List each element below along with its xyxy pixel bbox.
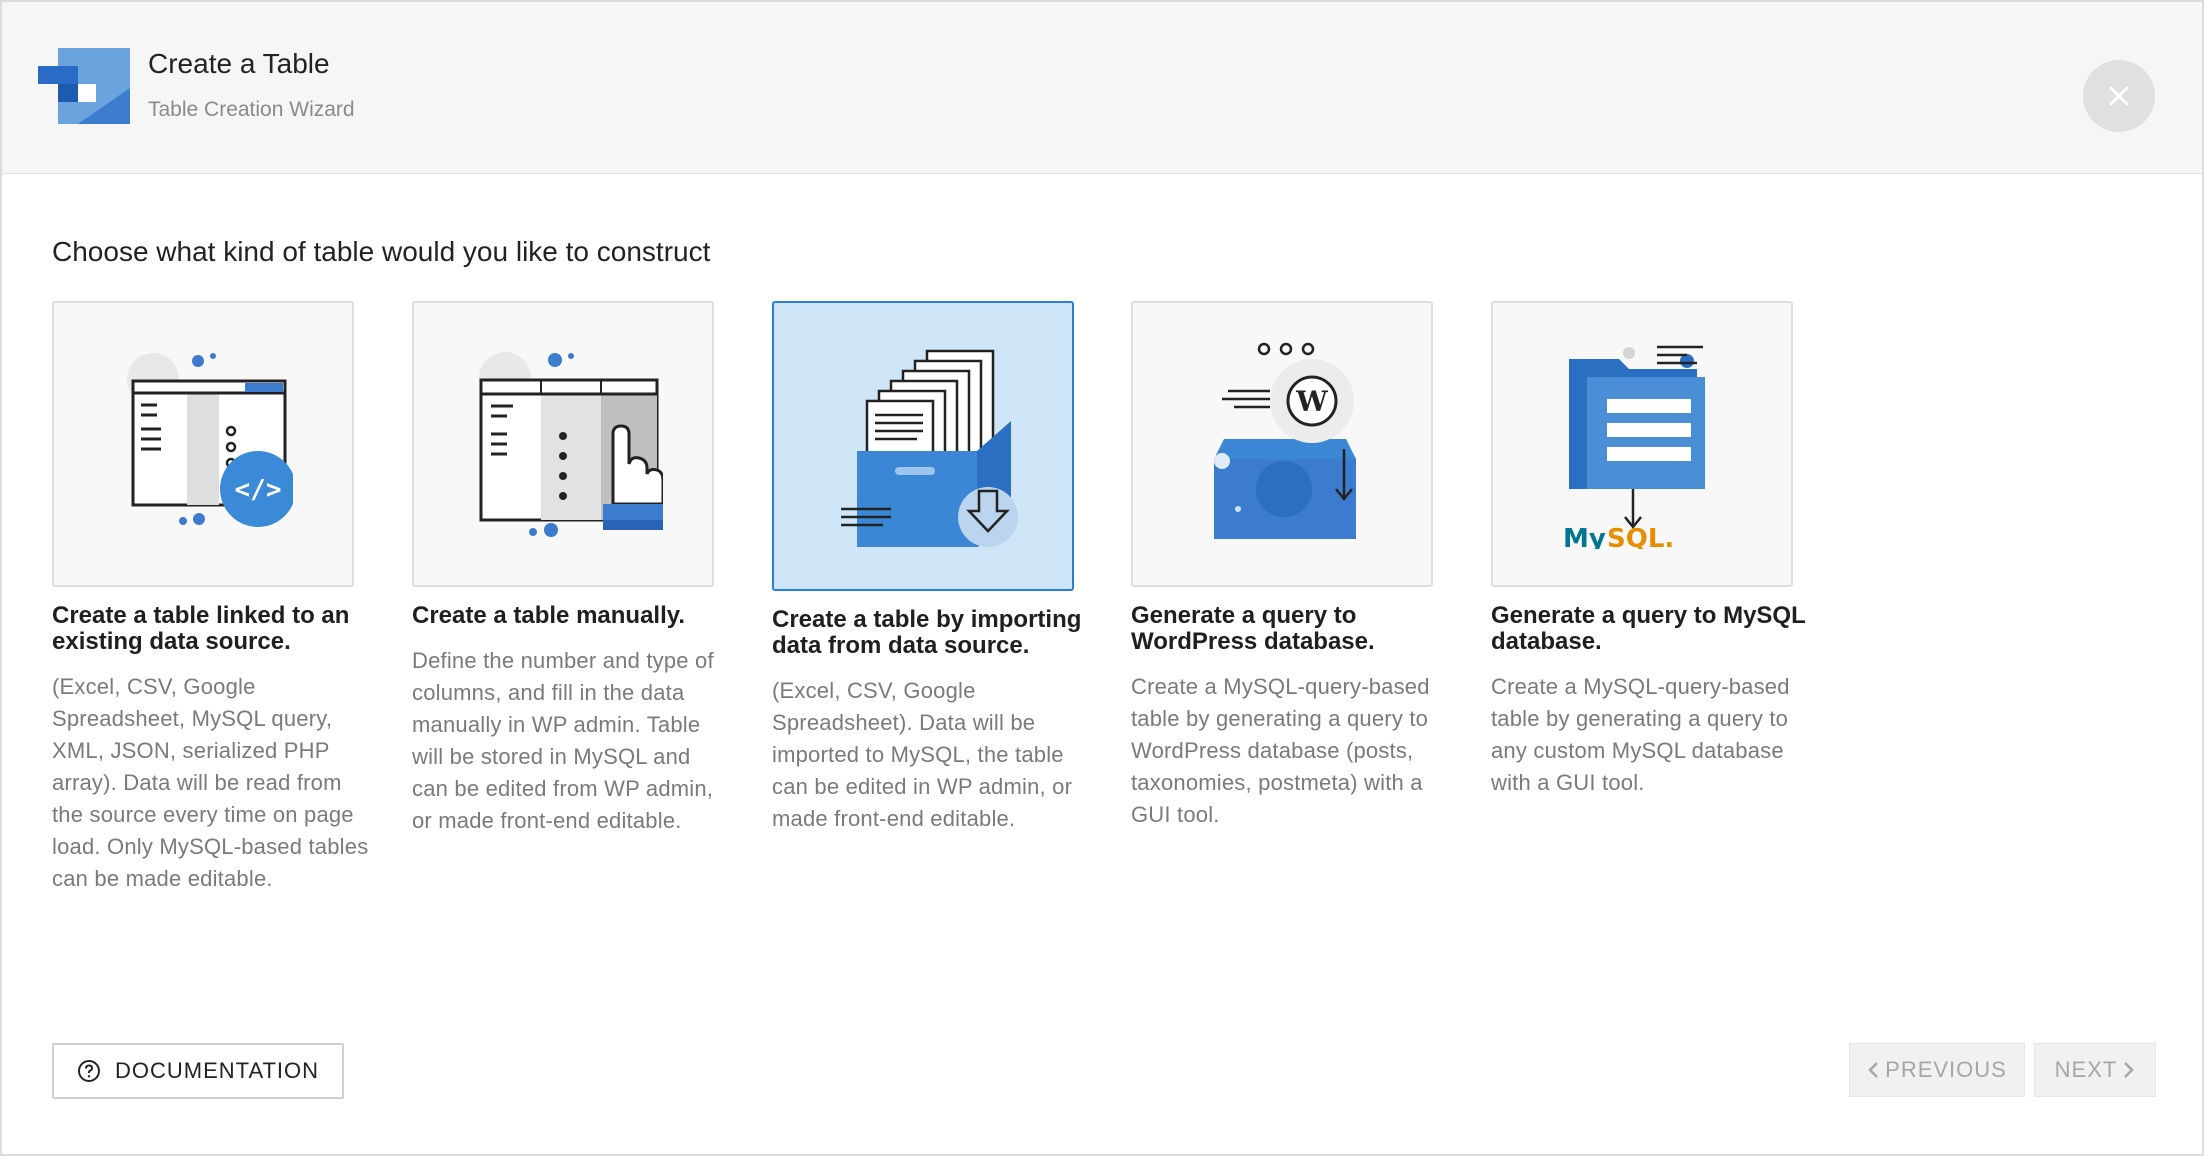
option-card-linked[interactable]: </> Create a table linked to an existing…: [52, 301, 410, 895]
option-illustration[interactable]: [412, 301, 714, 587]
option-card-mysql-query[interactable]: My SQL. Generate a query to MySQL databa…: [1491, 301, 1849, 799]
linked-table-code-icon: </>: [127, 353, 293, 527]
option-description: Define the number and type of columns, a…: [412, 648, 714, 833]
svg-text:My: My: [1563, 524, 1606, 549]
chevron-left-icon: [1868, 1062, 1879, 1078]
documentation-label: DOCUMENTATION: [114, 1058, 320, 1083]
option-illustration[interactable]: </>: [52, 301, 354, 587]
option-card-wordpress-query[interactable]: W Generate a query to WordPress database…: [1131, 301, 1489, 831]
option-title: Create a table linked to an existing dat…: [52, 602, 350, 655]
dialog-subtitle: Table Creation Wizard: [148, 98, 355, 121]
previous-button[interactable]: PREVIOUS: [1849, 1043, 2025, 1097]
help-circle-icon: [77, 1060, 100, 1082]
mysql-query-icon: My SQL.: [1563, 345, 1705, 549]
option-description: (Excel, CSV, Google Spreadsheet, MySQL q…: [52, 674, 369, 891]
chevron-right-icon: [2124, 1062, 2135, 1078]
option-illustration[interactable]: [772, 301, 1074, 591]
wizard-prompt: Choose what kind of table would you like…: [52, 236, 711, 267]
option-card-import[interactable]: Create a table by importing data from da…: [772, 301, 1130, 835]
app-logo-icon: [38, 48, 130, 124]
option-title: Create a table by importing data from da…: [772, 606, 1082, 659]
option-illustration[interactable]: My SQL.: [1491, 301, 1793, 587]
manual-table-hand-icon: [479, 352, 663, 537]
previous-label: PREVIOUS: [1885, 1057, 2007, 1082]
close-icon: [2109, 86, 2129, 106]
wordpress-query-icon: W: [1214, 342, 1356, 539]
option-illustration[interactable]: W: [1131, 301, 1433, 587]
svg-text:</>: </>: [235, 475, 282, 505]
wizard-header: Create a Table Table Creation Wizard: [2, 2, 2202, 174]
option-title: Generate a query to MySQL database.: [1491, 602, 1806, 655]
next-label: NEXT: [2054, 1057, 2118, 1082]
close-button[interactable]: [2083, 60, 2155, 132]
import-files-box-icon: [841, 349, 1018, 547]
option-description: Create a MySQL-query-based table by gene…: [1491, 674, 1790, 795]
option-description: Create a MySQL-query-based table by gene…: [1131, 674, 1430, 827]
next-button[interactable]: NEXT: [2034, 1043, 2156, 1097]
option-title: Generate a query to WordPress database.: [1131, 602, 1375, 655]
wizard-dialog: Create a Table Table Creation Wizard Cho…: [0, 0, 2204, 1156]
option-title: Create a table manually.: [412, 602, 685, 629]
option-card-manual[interactable]: Create a table manually. Define the numb…: [412, 301, 770, 837]
svg-text:SQL.: SQL.: [1607, 524, 1674, 549]
documentation-button[interactable]: DOCUMENTATION: [52, 1043, 344, 1099]
option-description: (Excel, CSV, Google Spreadsheet). Data w…: [772, 678, 1073, 831]
svg-text:W: W: [1295, 385, 1328, 418]
dialog-title: Create a Table: [148, 48, 330, 79]
